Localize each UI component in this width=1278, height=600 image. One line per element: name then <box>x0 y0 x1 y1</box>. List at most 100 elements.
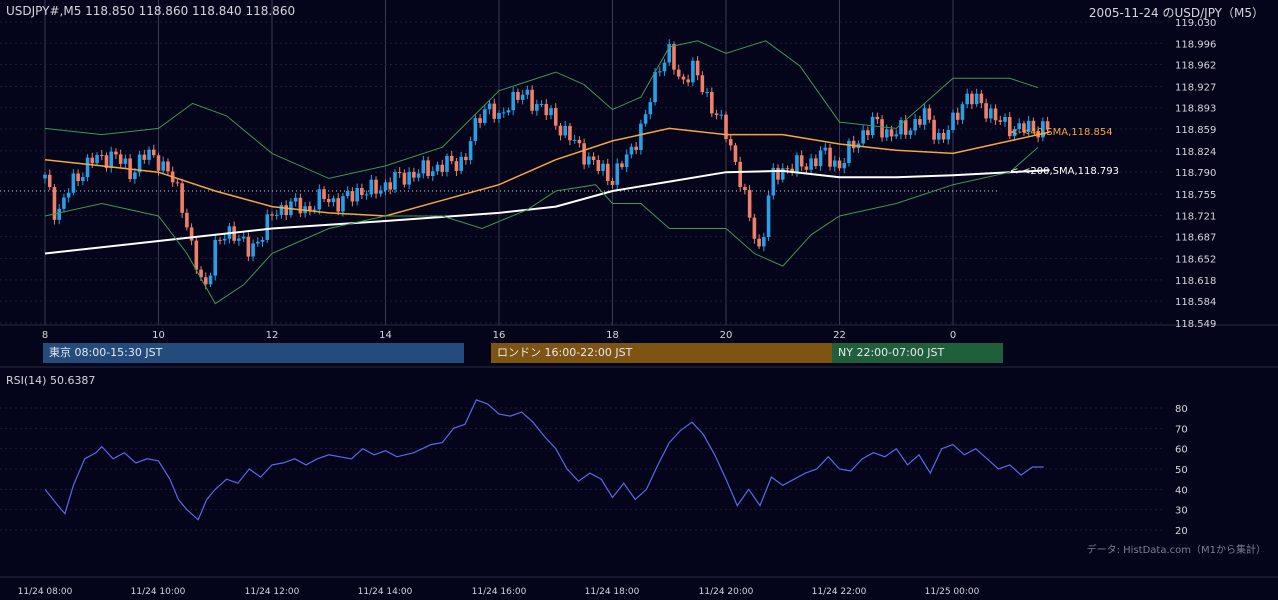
y-tick-label: 118.584 <box>1175 297 1216 308</box>
candle-body <box>350 191 355 202</box>
candle-body <box>624 154 629 168</box>
candle-body <box>591 156 596 161</box>
candle-body <box>615 163 620 185</box>
candle-body <box>724 114 728 140</box>
candle-body <box>506 110 511 113</box>
rsi-y-tick-label: 60 <box>1175 445 1188 456</box>
candle-body <box>341 196 345 212</box>
y-tick-label: 118.962 <box>1175 61 1216 72</box>
candle-body <box>714 113 719 115</box>
candle-body <box>151 149 156 156</box>
rsi-label: RSI(14) 50.6387 <box>6 374 96 387</box>
candle-body <box>440 164 445 172</box>
y-tick-label: 118.893 <box>1175 104 1216 115</box>
candle-body <box>426 160 430 177</box>
candle-body <box>421 160 426 174</box>
candle-body <box>804 166 809 170</box>
candle-body <box>620 163 624 168</box>
candle-body <box>393 172 397 190</box>
session-ny: NY 22:00-07:00 JST <box>832 343 1003 363</box>
candle-body <box>331 198 336 203</box>
candle-body <box>809 158 813 170</box>
candle-body <box>66 192 71 198</box>
candle-body <box>369 179 374 195</box>
rsi-y-tick-label: 80 <box>1175 404 1188 415</box>
candle-body <box>601 163 605 171</box>
candle-body <box>639 123 643 150</box>
candle-body <box>951 112 955 131</box>
candle-body <box>719 114 724 116</box>
candle-body <box>251 243 255 257</box>
candle-body <box>166 161 170 172</box>
candle-body <box>81 177 85 182</box>
candle-body <box>213 239 218 276</box>
candle-body <box>492 103 497 119</box>
candle-body <box>832 160 837 167</box>
candle-body <box>553 108 558 126</box>
x-tick-label: 14 <box>379 330 392 341</box>
candle-body <box>728 139 733 146</box>
candle-body <box>378 190 383 194</box>
candle-body <box>317 189 322 210</box>
y-tick-label: 118.755 <box>1175 190 1216 201</box>
candle-body <box>558 125 563 136</box>
candle-body <box>114 151 118 155</box>
candle-body <box>908 130 913 135</box>
candle-body <box>511 91 515 111</box>
candle-body <box>799 155 804 167</box>
candle-body <box>913 119 917 131</box>
candle-body <box>241 236 246 239</box>
candle-body <box>416 173 421 178</box>
candle-body <box>237 238 241 241</box>
candle-body <box>322 189 326 199</box>
candle-body <box>265 214 270 240</box>
candle-body <box>345 191 350 197</box>
time-axis-label: 11/24 20:00 <box>699 587 754 597</box>
candle-body <box>946 130 951 140</box>
candle-body <box>582 143 586 165</box>
candle-body <box>993 108 998 121</box>
candle-body <box>308 206 312 211</box>
candle-body <box>762 236 766 247</box>
candle-body <box>118 154 123 164</box>
candle-body <box>700 75 705 93</box>
candle-body <box>388 182 393 190</box>
candle-body <box>90 157 95 164</box>
candle-body <box>407 171 411 185</box>
x-tick-label: 10 <box>152 330 165 341</box>
candle-body <box>43 174 47 179</box>
candle-body <box>932 119 936 140</box>
candle-body <box>473 118 478 142</box>
candle-body <box>676 69 681 77</box>
y-tick-label: 118.618 <box>1175 276 1216 287</box>
candle-body <box>142 154 147 160</box>
time-axis-label: 11/24 10:00 <box>131 587 186 597</box>
candle-body <box>99 155 104 157</box>
rsi-y-tick-label: 20 <box>1175 526 1188 537</box>
candle-body <box>218 239 222 241</box>
candle-body <box>203 277 208 285</box>
candle-body <box>795 155 799 173</box>
x-tick-label: 22 <box>833 330 846 341</box>
candle-body <box>653 71 657 103</box>
bollinger-upper-line <box>44 40 1039 179</box>
candle-body <box>520 94 525 100</box>
candle-body <box>530 89 534 111</box>
candle-body <box>374 179 378 194</box>
candle-body <box>847 140 851 163</box>
candle-body <box>577 139 582 144</box>
candle-body <box>544 104 549 116</box>
x-tick-label: 20 <box>720 330 733 341</box>
candle-body <box>738 161 742 187</box>
candle-body <box>851 140 856 149</box>
candle-body <box>568 125 572 141</box>
time-axis-label: 11/24 18:00 <box>585 587 640 597</box>
candle-body <box>161 161 166 171</box>
candle-body <box>648 102 653 115</box>
y-tick-label: 118.549 <box>1175 319 1216 330</box>
candle-body <box>549 108 553 116</box>
candle-body <box>563 125 568 136</box>
candle-body <box>657 71 662 73</box>
candle-body <box>402 172 407 185</box>
candle-body <box>960 104 965 120</box>
